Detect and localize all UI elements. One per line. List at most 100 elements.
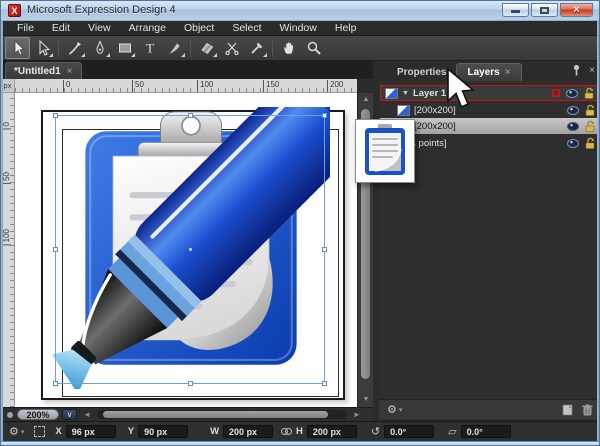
app-icon: X <box>8 4 21 17</box>
delete-trash-icon[interactable] <box>582 404 593 416</box>
titlebar[interactable]: X Microsoft Expression Design 4 × <box>1 1 600 21</box>
pen-tool-button[interactable] <box>87 37 112 59</box>
menu-object[interactable]: Object <box>176 22 222 34</box>
rotation-field[interactable]: 0.0° <box>384 425 434 438</box>
window-frame-left <box>1 21 3 441</box>
layers-panel: Properties Layers × × ▼ Layer 1 <box>373 61 600 419</box>
scissors-tool-button[interactable] <box>219 37 244 59</box>
object-thumbnail <box>397 105 410 116</box>
menu-view[interactable]: View <box>80 22 119 34</box>
magnifier-icon <box>306 40 322 56</box>
width-label: W <box>210 426 219 437</box>
minimize-icon <box>511 10 520 13</box>
selection-tool-button[interactable] <box>5 37 30 59</box>
maximize-icon <box>540 7 549 14</box>
eraser-tool-button[interactable] <box>194 37 219 59</box>
close-button[interactable]: × <box>560 3 593 17</box>
zoom-tool-button[interactable] <box>301 37 326 59</box>
selection-handle-s[interactable] <box>188 381 193 386</box>
selection-handle-sw[interactable] <box>53 381 58 386</box>
minimize-button[interactable] <box>502 3 529 17</box>
layer-row-object1[interactable]: [200x200] <box>380 102 600 118</box>
app-window: X Microsoft Expression Design 4 × File E… <box>0 0 600 446</box>
canvas-navigator-icon[interactable] <box>7 412 13 418</box>
document-tab-close-icon[interactable]: × <box>67 66 73 77</box>
scroll-up-icon[interactable]: ▲ <box>358 93 374 107</box>
ruler-tick-label: 0 <box>63 80 70 92</box>
selection-handle-ne[interactable] <box>322 113 327 118</box>
pan-tool-button[interactable] <box>276 37 301 59</box>
paintbrush-tool-button[interactable] <box>62 37 87 59</box>
hand-icon <box>281 40 297 56</box>
panel-close-icon[interactable]: × <box>589 65 595 76</box>
menu-window[interactable]: Window <box>272 22 325 34</box>
link-dimensions-icon[interactable] <box>281 428 292 435</box>
zoom-level-field[interactable]: 200% <box>17 409 59 420</box>
scroll-left-icon[interactable]: ◄ <box>83 410 91 419</box>
lock-icon[interactable] <box>585 137 595 149</box>
y-position-field[interactable]: 90 px <box>138 425 188 438</box>
expand-arrow-icon[interactable]: ▼ <box>402 90 409 97</box>
lock-icon[interactable] <box>585 104 595 116</box>
visibility-eye-icon[interactable] <box>567 139 579 148</box>
menu-arrange[interactable]: Arrange <box>121 22 174 34</box>
visibility-eye-icon[interactable] <box>567 122 579 131</box>
menu-file[interactable]: File <box>9 22 42 34</box>
lock-icon[interactable] <box>584 87 594 99</box>
eyedropper-tool-button[interactable] <box>244 37 269 59</box>
pin-icon[interactable] <box>572 64 581 76</box>
selection-center-point[interactable] <box>189 248 192 251</box>
status-gear-icon[interactable]: ⚙ <box>9 426 19 438</box>
lock-icon[interactable] <box>585 120 595 132</box>
toolbar-separator <box>190 39 191 57</box>
rectangle-tool-button[interactable] <box>112 37 137 59</box>
ruler-tick-label: 50 <box>2 172 11 184</box>
menu-select[interactable]: Select <box>224 22 269 34</box>
scroll-down-icon[interactable]: ▼ <box>358 393 374 407</box>
panel-options-caret-icon[interactable]: ▾ <box>399 406 403 414</box>
selection-handle-e[interactable] <box>322 247 327 252</box>
width-field[interactable]: 200 px <box>223 425 273 438</box>
visibility-eye-icon[interactable] <box>567 106 579 115</box>
visibility-eye-icon[interactable] <box>566 89 578 98</box>
maximize-button[interactable] <box>531 3 558 17</box>
new-layer-icon[interactable] <box>562 404 574 416</box>
knife-tool-button[interactable] <box>162 37 187 59</box>
y-label: Y <box>128 426 134 437</box>
close-icon: × <box>561 4 592 17</box>
canvas[interactable] <box>15 93 357 407</box>
skew-field[interactable]: 0.0° <box>461 425 511 438</box>
eyedropper-icon <box>249 40 265 56</box>
x-position-field[interactable]: 96 px <box>66 425 116 438</box>
horizontal-scrollbar[interactable] <box>97 410 347 419</box>
rectangle-icon <box>117 40 133 56</box>
selection-handle-se[interactable] <box>322 381 327 386</box>
mini-clipboard-icon <box>362 124 408 178</box>
menu-edit[interactable]: Edit <box>44 22 78 34</box>
selection-handle-n[interactable] <box>188 113 193 118</box>
selection-mode-icon[interactable] <box>34 426 45 437</box>
zoom-dropdown-button[interactable]: ∨ <box>62 409 77 420</box>
selection-handle-nw[interactable] <box>53 113 58 118</box>
selection-handle-w[interactable] <box>53 247 58 252</box>
scroll-right-icon[interactable]: ► <box>353 410 361 419</box>
direct-selection-tool-button[interactable] <box>30 37 55 59</box>
horizontal-scroll-thumb[interactable] <box>103 411 328 418</box>
text-tool-button[interactable]: T <box>137 37 162 59</box>
height-field[interactable]: 200 px <box>307 425 357 438</box>
window-controls: × <box>502 3 593 17</box>
status-gear-caret-icon[interactable]: ▾ <box>21 428 25 436</box>
layer-thumbnail-preview <box>355 119 415 183</box>
eraser-icon <box>199 40 215 56</box>
x-label: X <box>55 426 61 437</box>
layer-row-layer1[interactable]: ▼ Layer 1 <box>380 85 600 101</box>
rotation-icon: ↺ <box>371 425 380 438</box>
selection-bounding-box[interactable] <box>55 115 325 384</box>
document-tab[interactable]: *Untitled1 × <box>5 62 82 79</box>
ruler-tick-label: 100 <box>2 229 11 245</box>
tab-layers-close-icon[interactable]: × <box>505 67 511 78</box>
object-label: [200x200] <box>410 121 567 132</box>
menu-help[interactable]: Help <box>327 22 365 34</box>
panel-options-gear-icon[interactable]: ⚙ <box>387 404 397 416</box>
layer-color-swatch[interactable] <box>552 89 560 97</box>
